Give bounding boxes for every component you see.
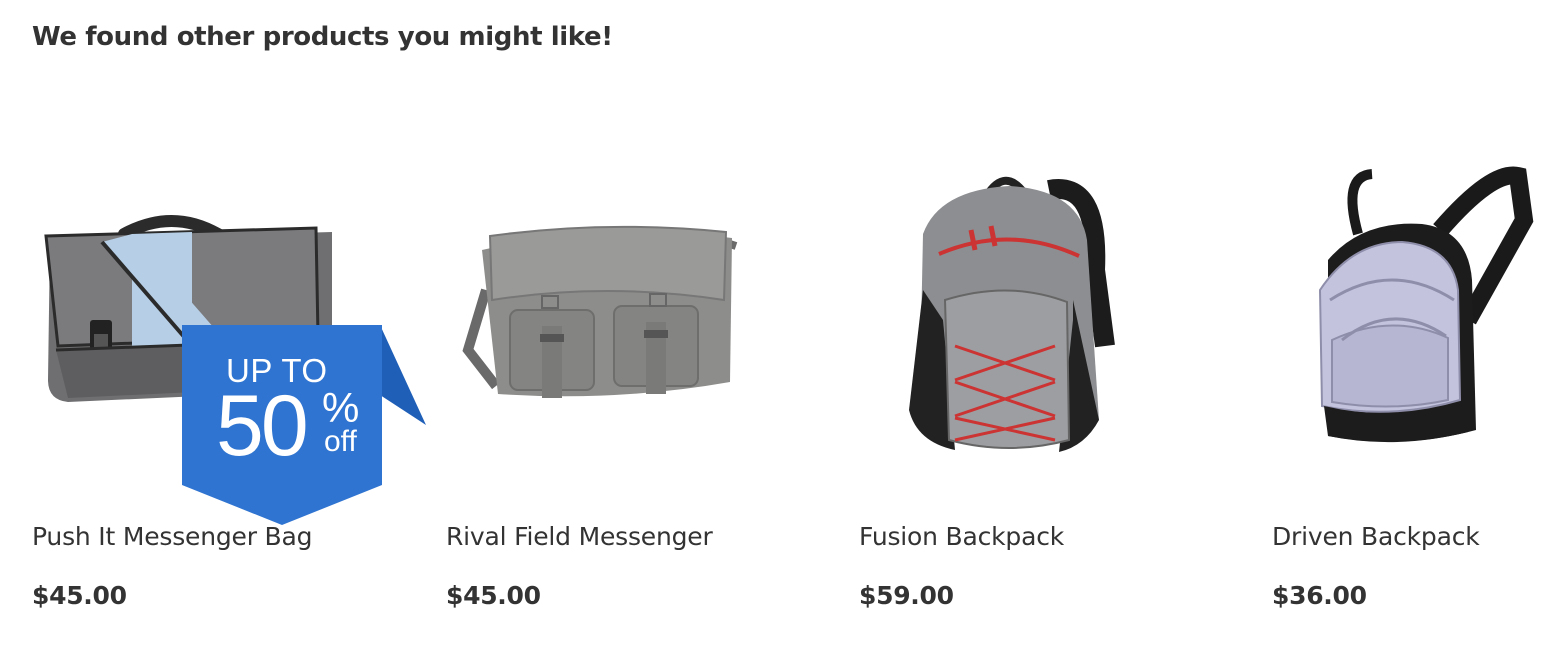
discount-badge: UP TO 50 % off — [182, 325, 430, 525]
product-card[interactable]: Driven Backpack $36.00 — [1272, 150, 1562, 630]
product-card[interactable]: UP TO 50 % off Push It Messenger Bag $45… — [32, 150, 427, 630]
product-image-rival-field-messenger[interactable] — [446, 150, 841, 530]
backpack-illustration — [909, 176, 1115, 452]
product-price: $36.00 — [1272, 581, 1367, 610]
product-name[interactable]: Driven Backpack — [1272, 522, 1480, 551]
product-name[interactable]: Rival Field Messenger — [446, 522, 713, 551]
badge-percent: % — [322, 384, 360, 431]
badge-number: 50 — [216, 378, 309, 474]
product-name[interactable]: Fusion Backpack — [859, 522, 1064, 551]
product-price: $59.00 — [859, 581, 954, 610]
product-image-driven-backpack[interactable] — [1272, 150, 1562, 530]
product-card[interactable]: Rival Field Messenger $45.00 — [446, 150, 841, 630]
product-name[interactable]: Push It Messenger Bag — [32, 522, 312, 551]
product-card[interactable]: Fusion Backpack $59.00 — [859, 150, 1254, 630]
badge-off-text: off — [324, 425, 357, 458]
product-price: $45.00 — [446, 581, 541, 610]
messenger-bag-illustration — [462, 225, 738, 398]
product-image-push-it-messenger-bag[interactable]: UP TO 50 % off — [32, 150, 427, 530]
product-grid: UP TO 50 % off Push It Messenger Bag $45… — [0, 0, 1562, 653]
backpack-illustration — [1318, 166, 1534, 443]
product-image-fusion-backpack[interactable] — [859, 150, 1254, 530]
product-price: $45.00 — [32, 581, 127, 610]
